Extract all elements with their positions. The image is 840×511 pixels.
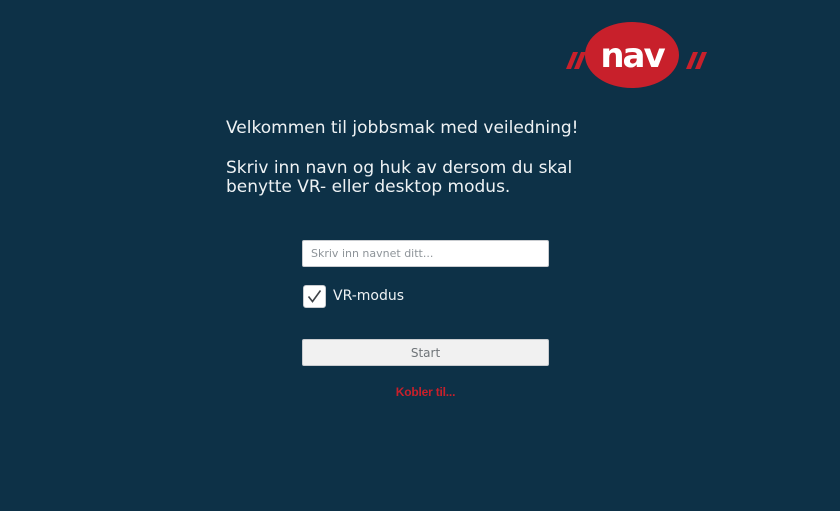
login-screen: nav Velkommen til jobbsmak med veilednin… bbox=[0, 0, 840, 511]
name-input[interactable] bbox=[302, 240, 549, 267]
vr-mode-label[interactable]: VR-modus bbox=[333, 288, 404, 305]
instructions-text: Skriv inn navn og huk av dersom du skal … bbox=[226, 158, 573, 197]
vr-mode-checkbox[interactable] bbox=[303, 285, 326, 308]
svg-text:nav: nav bbox=[600, 36, 665, 76]
nav-logo: nav bbox=[566, 22, 707, 88]
checkmark-icon bbox=[307, 290, 322, 303]
welcome-heading: Velkommen til jobbsmak med veiledning! bbox=[226, 118, 579, 138]
connection-status: Kobler til... bbox=[395, 385, 456, 399]
start-button[interactable]: Start bbox=[302, 339, 549, 366]
